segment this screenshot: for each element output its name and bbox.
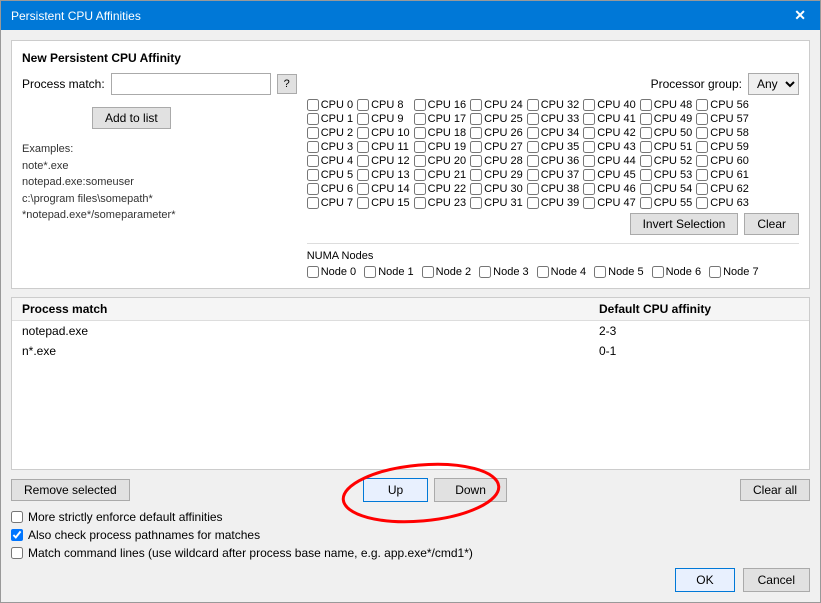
processor-group-select[interactable]: Any 0 1 — [748, 73, 799, 95]
cpu-5: CPU 5 — [307, 169, 353, 181]
cpu-0: CPU 0 — [307, 99, 353, 111]
cpu-6: CPU 6 — [307, 183, 353, 195]
cpu-grid: CPU 0 CPU 1 CPU 2 CPU 3 CPU 4 CPU 5 CPU … — [307, 99, 799, 209]
node-5-checkbox[interactable] — [594, 266, 606, 278]
ok-cancel-row: OK Cancel — [11, 568, 810, 592]
cpu-col-1: CPU 0 CPU 1 CPU 2 CPU 3 CPU 4 CPU 5 CPU … — [307, 99, 353, 209]
cpu-col-7: CPU 48 CPU 49 CPU 50 CPU 51 CPU 52 CPU 5… — [640, 99, 693, 209]
clear-all-button[interactable]: Clear all — [740, 479, 810, 501]
process-match-input[interactable] — [111, 73, 271, 95]
match-cmd-label: Match command lines (use wildcard after … — [28, 546, 473, 560]
process-match-label: Process match: — [22, 77, 105, 91]
window-title: Persistent CPU Affinities — [11, 9, 141, 23]
clear-cpu-button[interactable]: Clear — [744, 213, 799, 235]
more-strictly-checkbox[interactable] — [11, 511, 23, 523]
numa-title: NUMA Nodes — [307, 250, 799, 262]
examples-section: Examples: note*.exe notepad.exe:someuser… — [22, 141, 297, 224]
invert-selection-button[interactable]: Invert Selection — [630, 213, 739, 235]
node-1-checkbox[interactable] — [364, 266, 376, 278]
node-7-checkbox[interactable] — [709, 266, 721, 278]
numa-section: NUMA Nodes Node 0 Node 1 Node 2 Node 3 N… — [307, 243, 799, 278]
cancel-button[interactable]: Cancel — [743, 568, 810, 592]
cpu-col-3: CPU 16 CPU 17 CPU 18 CPU 19 CPU 20 CPU 2… — [414, 99, 467, 209]
cpu-4: CPU 4 — [307, 155, 353, 167]
row-affinity-2: 0-1 — [599, 344, 799, 358]
options-checkboxes: More strictly enforce default affinities… — [11, 510, 810, 560]
cpu-col-2: CPU 8 CPU 9 CPU 10 CPU 11 CPU 12 CPU 13 … — [357, 99, 410, 209]
ok-button[interactable]: OK — [675, 568, 734, 592]
match-cmd-checkbox[interactable] — [11, 547, 23, 559]
col-process-header: Process match — [22, 302, 599, 316]
example-4: *notepad.exe*/someparameter* — [22, 209, 175, 221]
cpu-col-6: CPU 40 CPU 41 CPU 42 CPU 43 CPU 44 CPU 4… — [583, 99, 636, 209]
close-button[interactable]: ✕ — [790, 7, 810, 24]
node-6-checkbox[interactable] — [652, 266, 664, 278]
main-window: Persistent CPU Affinities ✕ New Persiste… — [0, 0, 821, 603]
affinity-list-panel: Process match Default CPU affinity notep… — [11, 297, 810, 470]
list-item[interactable]: n*.exe 0-1 — [12, 341, 809, 361]
cpu-3: CPU 3 — [307, 141, 353, 153]
cpu-2: CPU 2 — [307, 127, 353, 139]
example-1: note*.exe — [22, 160, 68, 172]
example-2: notepad.exe:someuser — [22, 176, 134, 188]
example-3: c:\program files\somepath* — [22, 193, 153, 205]
up-button[interactable]: Up — [363, 478, 428, 502]
more-strictly-label: More strictly enforce default affinities — [28, 510, 223, 524]
new-affinity-panel: New Persistent CPU Affinity Process matc… — [11, 40, 810, 289]
cpu-col-4: CPU 24 CPU 25 CPU 26 CPU 27 CPU 28 CPU 2… — [470, 99, 523, 209]
remove-selected-button[interactable]: Remove selected — [11, 479, 130, 501]
list-item[interactable]: notepad.exe 2-3 — [12, 321, 809, 341]
col-affinity-header: Default CPU affinity — [599, 302, 799, 316]
node-3-checkbox[interactable] — [479, 266, 491, 278]
cpu-col-8: CPU 56 CPU 57 CPU 58 CPU 59 CPU 60 CPU 6… — [696, 99, 749, 209]
new-affinity-title: New Persistent CPU Affinity — [22, 51, 799, 65]
cpu-col-5: CPU 32 CPU 33 CPU 34 CPU 35 CPU 36 CPU 3… — [527, 99, 580, 209]
also-check-checkbox[interactable] — [11, 529, 23, 541]
list-header: Process match Default CPU affinity — [12, 298, 809, 321]
add-to-list-button[interactable]: Add to list — [92, 107, 171, 129]
title-bar: Persistent CPU Affinities ✕ — [1, 1, 820, 30]
examples-label: Examples: — [22, 143, 73, 155]
bottom-buttons-row: Remove selected Up Down Clear all — [11, 478, 810, 502]
row-affinity-1: 2-3 — [599, 324, 799, 338]
cpu-1: CPU 1 — [307, 113, 353, 125]
node-0-checkbox[interactable] — [307, 266, 319, 278]
up-down-area: Up Down — [363, 478, 507, 502]
also-check-label: Also check process pathnames for matches — [28, 528, 260, 542]
processor-group-label: Processor group: — [651, 77, 742, 91]
row-process-1: notepad.exe — [22, 324, 599, 338]
info-icon[interactable]: ? — [277, 74, 297, 94]
node-4-checkbox[interactable] — [537, 266, 549, 278]
down-button[interactable]: Down — [434, 478, 507, 502]
row-process-2: n*.exe — [22, 344, 599, 358]
numa-nodes: Node 0 Node 1 Node 2 Node 3 Node 4 Node … — [307, 266, 799, 278]
cpu-7: CPU 7 — [307, 197, 353, 209]
node-2-checkbox[interactable] — [422, 266, 434, 278]
